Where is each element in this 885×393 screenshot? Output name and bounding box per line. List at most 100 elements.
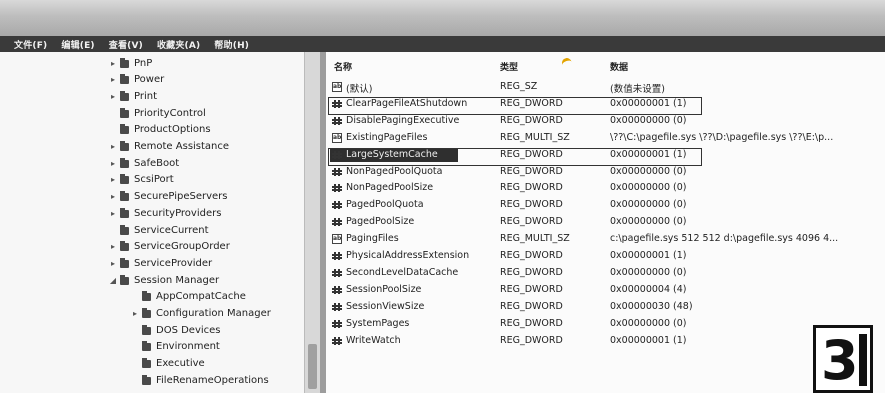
value-type-cell: REG_SZ bbox=[500, 81, 538, 92]
tree-expander-icon[interactable]: ▸ bbox=[108, 159, 118, 168]
tree-scrollbar[interactable] bbox=[304, 52, 320, 393]
value-name-cell: PagingFiles bbox=[346, 233, 399, 245]
value-type-cell: REG_MULTI_SZ bbox=[500, 233, 570, 245]
folder-icon bbox=[120, 174, 130, 185]
tree-expander-icon[interactable]: ◢ bbox=[108, 276, 118, 285]
tree-item[interactable]: ▸ SecurityProviders bbox=[108, 205, 221, 221]
folder-icon bbox=[142, 308, 152, 319]
column-header-data[interactable]: 数据 bbox=[610, 60, 628, 73]
tree-item[interactable]: ▸ Power bbox=[108, 72, 164, 88]
value-row[interactable]: SecondLevelDataCache REG_DWORD 0x00000000 … bbox=[326, 265, 885, 281]
tree-item[interactable]: ▸ Configuration Manager bbox=[130, 306, 271, 322]
column-header-type[interactable]: 类型 bbox=[500, 60, 518, 73]
value-type-cell: REG_DWORD bbox=[500, 334, 563, 346]
folder-icon bbox=[120, 207, 130, 219]
tree-item[interactable]: ServiceCurrent bbox=[108, 222, 209, 238]
folder-icon bbox=[120, 274, 130, 286]
tree-expander-icon[interactable]: ▸ bbox=[108, 142, 118, 151]
tree-item[interactable]: ▸ PnP bbox=[108, 55, 152, 71]
tree-item-label: FileRenameOperations bbox=[156, 374, 269, 386]
tree-item[interactable]: ▸ SafeBoot bbox=[108, 155, 179, 171]
tree-item[interactable]: FileRenameOperations bbox=[130, 372, 269, 388]
value-name-cell: NonPagedPoolQuota bbox=[346, 165, 443, 177]
tree-item[interactable]: DOS Devices bbox=[130, 322, 221, 338]
tree-item[interactable]: PriorityControl bbox=[108, 105, 206, 121]
tree-scrollbar-thumb[interactable] bbox=[308, 344, 317, 389]
tree-item[interactable]: ▸ SecurePipeServers bbox=[108, 189, 227, 205]
value-name-cell: NonPagedPoolSize bbox=[346, 182, 434, 194]
tree-item[interactable]: ▸ ServiceProvider bbox=[108, 255, 212, 271]
dword-value-icon bbox=[332, 115, 342, 126]
value-row[interactable]: ab PagingFiles REG_MULTI_SZ c:\pagefile.sys… bbox=[326, 231, 885, 247]
folder-icon bbox=[142, 291, 152, 302]
menu-view[interactable]: 查看(V) bbox=[109, 38, 143, 51]
string-value-icon: ab bbox=[332, 82, 342, 92]
tree-expander-icon[interactable]: ▸ bbox=[108, 209, 118, 218]
folder-icon bbox=[120, 241, 130, 252]
value-data-cell: 0x00000001 (1) bbox=[610, 250, 687, 261]
menu-help[interactable]: 帮助(H) bbox=[214, 38, 249, 51]
tree-expander-icon[interactable]: ▸ bbox=[108, 175, 118, 184]
values-list: 名称 类型 数据 ab (默认) REG_SZ (数值未设置) ClearPageFil… bbox=[326, 52, 885, 393]
tree-item[interactable]: ▸ Print bbox=[108, 88, 157, 104]
dword-value-icon bbox=[332, 166, 342, 177]
tree-item[interactable]: AppCompatCache bbox=[130, 289, 246, 305]
value-row[interactable]: SystemPages REG_DWORD 0x00000000 (0) bbox=[326, 316, 885, 332]
tree-expander-icon[interactable]: ▸ bbox=[108, 192, 118, 201]
value-name-cell: (默认) bbox=[346, 84, 373, 95]
badge-bar bbox=[859, 334, 867, 386]
value-row[interactable]: NonPagedPoolSize REG_DWORD 0x00000000 (0) bbox=[326, 180, 885, 196]
value-type-cell: REG_DWORD bbox=[500, 300, 563, 312]
menu-favorites[interactable]: 收藏夹(A) bbox=[157, 38, 200, 51]
highlight-box-clearpagefile bbox=[328, 97, 702, 115]
tree-item-label: DOS Devices bbox=[156, 324, 221, 336]
menu-file[interactable]: 文件(F) bbox=[14, 38, 47, 51]
folder-icon bbox=[142, 341, 152, 352]
folder-icon bbox=[120, 257, 130, 269]
value-data-cell: 0x00000001 (1) bbox=[610, 334, 687, 346]
tree-expander-icon[interactable]: ▸ bbox=[108, 59, 118, 68]
value-type-cell: REG_DWORD bbox=[500, 216, 563, 228]
value-row[interactable]: WriteWatch REG_DWORD 0x00000001 (1) bbox=[326, 333, 885, 349]
menu-edit[interactable]: 编辑(E) bbox=[61, 38, 94, 51]
registry-editor-window: 文件(F) 编辑(E) 查看(V) 收藏夹(A) 帮助(H) ▸ PnP ▸ Powe… bbox=[0, 0, 885, 393]
tree-expander-icon[interactable]: ▸ bbox=[108, 259, 118, 268]
folder-icon bbox=[120, 224, 130, 236]
tree-item[interactable]: ▸ ServiceGroupOrder bbox=[108, 239, 230, 255]
tree-item[interactable]: ◢ Session Manager bbox=[108, 272, 219, 288]
column-header-name[interactable]: 名称 bbox=[334, 60, 352, 73]
value-data-cell: 0x00000000 (0) bbox=[610, 216, 687, 228]
value-row[interactable]: ab ExistingPageFiles REG_MULTI_SZ \??\C:\pa… bbox=[326, 130, 885, 146]
tree-item[interactable]: ▸ ScsiPort bbox=[108, 172, 174, 188]
tree-item-label: SafeBoot bbox=[134, 157, 180, 169]
value-type-cell: REG_DWORD bbox=[500, 165, 563, 177]
folder-icon bbox=[120, 74, 130, 85]
tree-expander-icon[interactable]: ▸ bbox=[108, 242, 118, 251]
value-row[interactable]: ab (默认) REG_SZ (数值未设置) bbox=[326, 79, 885, 95]
tree-item-label: SecurityProviders bbox=[134, 207, 222, 219]
value-row[interactable]: PhysicalAddressExtension REG_DWORD 0x00000… bbox=[326, 248, 885, 264]
value-row[interactable]: SessionViewSize REG_DWORD 0x00000030 (48) bbox=[326, 299, 885, 315]
tree-expander-icon[interactable]: ▸ bbox=[108, 75, 118, 84]
tree-expander-icon[interactable]: ▸ bbox=[108, 92, 118, 101]
value-type-cell: REG_DWORD bbox=[500, 114, 563, 126]
folder-icon bbox=[120, 157, 130, 169]
value-row[interactable]: SessionPoolSize REG_DWORD 0x00000004 (4) bbox=[326, 282, 885, 298]
tree-item[interactable]: Executive bbox=[130, 356, 205, 372]
tree-expander-icon[interactable]: ▸ bbox=[130, 309, 140, 318]
tree-item-label: ServiceGroupOrder bbox=[134, 241, 230, 253]
value-row[interactable]: PagedPoolQuota REG_DWORD 0x00000000 (0) bbox=[326, 197, 885, 213]
tree-item[interactable]: ▸ Remote Assistance bbox=[108, 139, 229, 155]
key-tree: ▸ PnP ▸ Power ▸ Print PriorityControl ProductOp… bbox=[0, 52, 320, 393]
tree-item-label: Power bbox=[134, 74, 165, 86]
value-name-cell: SessionPoolSize bbox=[346, 283, 422, 295]
value-row[interactable]: PagedPoolSize REG_DWORD 0x00000000 (0) bbox=[326, 214, 885, 230]
value-data-cell: (数值未设置) bbox=[610, 84, 665, 95]
step-number: 3 bbox=[821, 329, 859, 392]
tree-item[interactable]: ProductOptions bbox=[108, 122, 211, 138]
folder-icon bbox=[142, 324, 152, 336]
value-name-cell: DisablePagingExecutive bbox=[346, 114, 460, 126]
value-row[interactable]: DisablePagingExecutive REG_DWORD 0x0000000… bbox=[326, 113, 885, 129]
tree-item[interactable]: Environment bbox=[130, 339, 220, 355]
value-name-cell: SecondLevelDataCache bbox=[346, 266, 459, 278]
